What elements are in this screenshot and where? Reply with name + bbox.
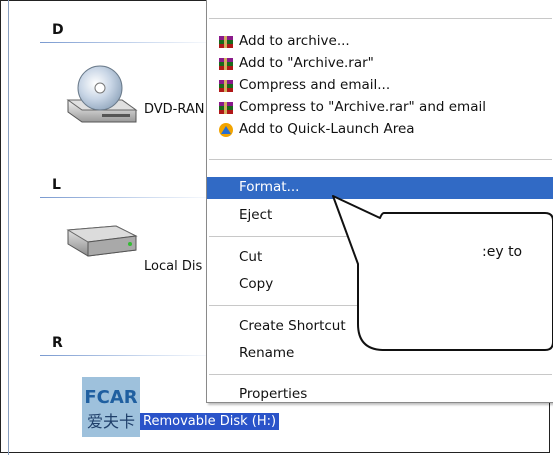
menu-separator	[209, 236, 552, 237]
menu-item-compress-and-email[interactable]: Compress and email...	[207, 75, 553, 97]
context-menu: Add to archive... Add to "Archive.rar" C…	[206, 0, 553, 403]
winrar-archive-icon	[218, 78, 234, 94]
drive-label-dvd[interactable]: DVD-RAN	[144, 102, 205, 117]
menu-item-create-shortcut[interactable]: Create Shortcut	[207, 316, 553, 338]
menu-item-add-to-quick-launch[interactable]: Add to Quick-Launch Area	[207, 119, 553, 141]
hard-disk-icon[interactable]	[60, 216, 142, 270]
menu-item-rename[interactable]: Rename	[207, 343, 553, 365]
menu-separator	[209, 18, 552, 19]
menu-separator	[209, 159, 552, 160]
winrar-archive-icon	[218, 100, 234, 116]
menu-item-label: Add to archive...	[239, 33, 350, 49]
menu-item-properties[interactable]: Properties	[207, 384, 553, 406]
menu-item-label: Rename	[239, 345, 295, 361]
drive-label-local[interactable]: Local Dis	[144, 259, 202, 274]
group-divider	[40, 42, 220, 43]
svg-text:爱夫卡: 爱夫卡	[87, 412, 135, 431]
menu-item-label: Format...	[239, 179, 300, 195]
fcar-logo-icon[interactable]: FCAR 爱夫卡	[82, 377, 140, 441]
menu-separator	[209, 305, 552, 306]
winrar-archive-icon	[218, 56, 234, 72]
pane-border	[8, 0, 9, 455]
drive-label-removable[interactable]: Removable Disk (H:)	[140, 413, 280, 430]
menu-separator	[209, 374, 552, 375]
menu-item-compress-to-rar-and-email[interactable]: Compress to "Archive.rar" and email	[207, 97, 553, 119]
menu-item-label: Compress and email...	[239, 77, 391, 93]
menu-item-label: Cut	[239, 249, 263, 265]
menu-item-label: Compress to "Archive.rar" and email	[239, 99, 486, 115]
svg-text:FCAR: FCAR	[84, 387, 137, 408]
menu-item-add-to-archive[interactable]: Add to archive...	[207, 31, 553, 53]
menu-item-label: Add to "Archive.rar"	[239, 55, 374, 71]
menu-item-label: Properties	[239, 386, 308, 402]
dvd-drive-icon[interactable]	[62, 60, 142, 134]
group-header-d: D	[52, 22, 64, 38]
quick-launch-icon	[218, 122, 234, 138]
group-header-l: L	[52, 177, 61, 193]
menu-item-format[interactable]: Format...	[207, 177, 553, 199]
winrar-archive-icon	[218, 34, 234, 50]
menu-item-label: Add to Quick-Launch Area	[239, 121, 415, 137]
menu-item-label: Eject	[239, 207, 273, 223]
group-header-r: R	[52, 335, 63, 351]
menu-item-eject[interactable]: Eject	[207, 205, 553, 227]
menu-item-label: Copy	[239, 276, 274, 292]
group-divider	[40, 197, 220, 198]
menu-item-copy[interactable]: Copy	[207, 274, 553, 296]
callout-text: :ey to	[482, 244, 523, 260]
menu-item-label: Create Shortcut	[239, 318, 346, 334]
group-divider	[40, 355, 220, 356]
menu-item-add-to-archive-rar[interactable]: Add to "Archive.rar"	[207, 53, 553, 75]
